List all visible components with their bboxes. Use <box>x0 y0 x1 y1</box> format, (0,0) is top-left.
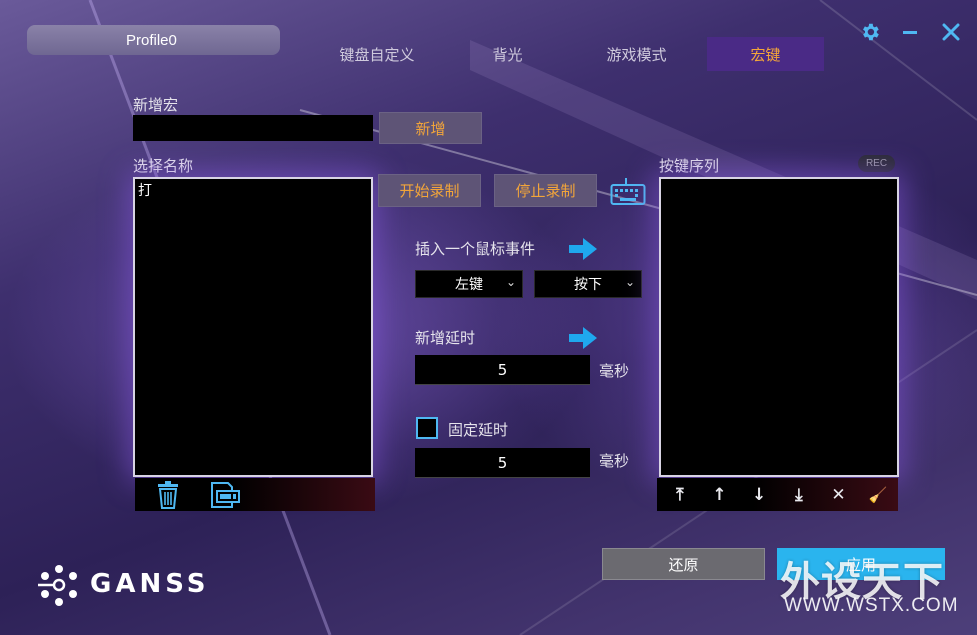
watermark-url: WWW.WSTX.COM <box>784 595 959 616</box>
clear-all-broom-icon[interactable]: 🧹 <box>858 486 898 504</box>
copy-macro-icon[interactable] <box>210 481 242 509</box>
stop-recording-button[interactable]: 停止录制 <box>494 174 597 207</box>
keyboard-icon[interactable] <box>610 176 646 206</box>
tab-label: 宏键 <box>750 45 781 64</box>
rec-badge: REC <box>858 155 895 172</box>
tab-backlight[interactable]: 背光 <box>460 37 555 71</box>
list-item[interactable]: 打 <box>135 179 371 201</box>
fixed-delay-label: 固定延时 <box>448 421 509 439</box>
tab-label: 背光 <box>492 45 523 64</box>
ganss-wordmark: GANSS <box>90 569 210 599</box>
fixed-delay-checkbox[interactable] <box>416 417 438 439</box>
add-delay-arrow-icon[interactable] <box>569 327 597 349</box>
move-to-bottom-icon[interactable]: ⤓ <box>779 485 819 505</box>
close-icon[interactable] <box>942 23 960 41</box>
tab-game-mode[interactable]: 游戏模式 <box>585 37 688 71</box>
add-delay-label: 新增延时 <box>415 329 476 347</box>
tab-label: 键盘自定义 <box>339 45 415 64</box>
ganss-logo: GANSS <box>36 563 256 609</box>
mouse-button-select-value: 左键 <box>455 277 483 293</box>
mouse-action-select[interactable]: 按下 ⌄ <box>534 270 642 298</box>
new-macro-input[interactable] <box>133 115 373 141</box>
chevron-down-icon: ⌄ <box>624 275 635 289</box>
select-name-label: 选择名称 <box>133 157 194 175</box>
move-up-icon[interactable]: ↑ <box>700 485 740 505</box>
new-macro-label: 新增宏 <box>133 96 179 114</box>
key-sequence-toolbar: ⤒ ↑ ↓ ⤓ ✕ 🧹 <box>657 478 898 511</box>
profile-selector[interactable]: Profile0 <box>27 25 280 55</box>
add-delay-value: 5 <box>497 360 508 379</box>
move-to-top-icon[interactable]: ⤒ <box>660 485 700 505</box>
key-sequence-list[interactable] <box>659 177 899 477</box>
trash-icon[interactable] <box>157 480 179 509</box>
tab-macro[interactable]: 宏键 <box>707 37 824 71</box>
minimize-icon[interactable] <box>903 31 917 34</box>
ganss-logo-icon <box>38 565 77 606</box>
move-down-icon[interactable]: ↓ <box>739 485 779 505</box>
delete-step-icon[interactable]: ✕ <box>819 485 859 505</box>
insert-mouse-event-label: 插入一个鼠标事件 <box>415 240 536 258</box>
fixed-delay-unit: 毫秒 <box>599 452 630 470</box>
mouse-button-select[interactable]: 左键 ⌄ <box>415 270 523 298</box>
macro-name-list[interactable]: 打 <box>133 177 373 477</box>
restore-button[interactable]: 还原 <box>602 548 765 580</box>
key-sequence-label: 按键序列 <box>659 157 720 175</box>
add-delay-unit: 毫秒 <box>599 362 630 380</box>
profile-name: Profile0 <box>126 31 177 49</box>
tab-keyboard-custom[interactable]: 键盘自定义 <box>322 37 432 71</box>
chevron-down-icon: ⌄ <box>505 275 516 289</box>
fixed-delay-input[interactable]: 5 <box>415 448 590 478</box>
macro-list-toolbar <box>135 478 375 511</box>
gear-icon[interactable] <box>859 21 881 43</box>
start-recording-button[interactable]: 开始录制 <box>378 174 481 207</box>
tab-label: 游戏模式 <box>606 45 667 64</box>
add-macro-button[interactable]: 新增 <box>379 112 482 144</box>
mouse-action-select-value: 按下 <box>574 277 602 293</box>
add-delay-input[interactable]: 5 <box>415 355 590 385</box>
insert-mouse-event-arrow-icon[interactable] <box>569 238 597 260</box>
fixed-delay-value: 5 <box>497 453 508 472</box>
